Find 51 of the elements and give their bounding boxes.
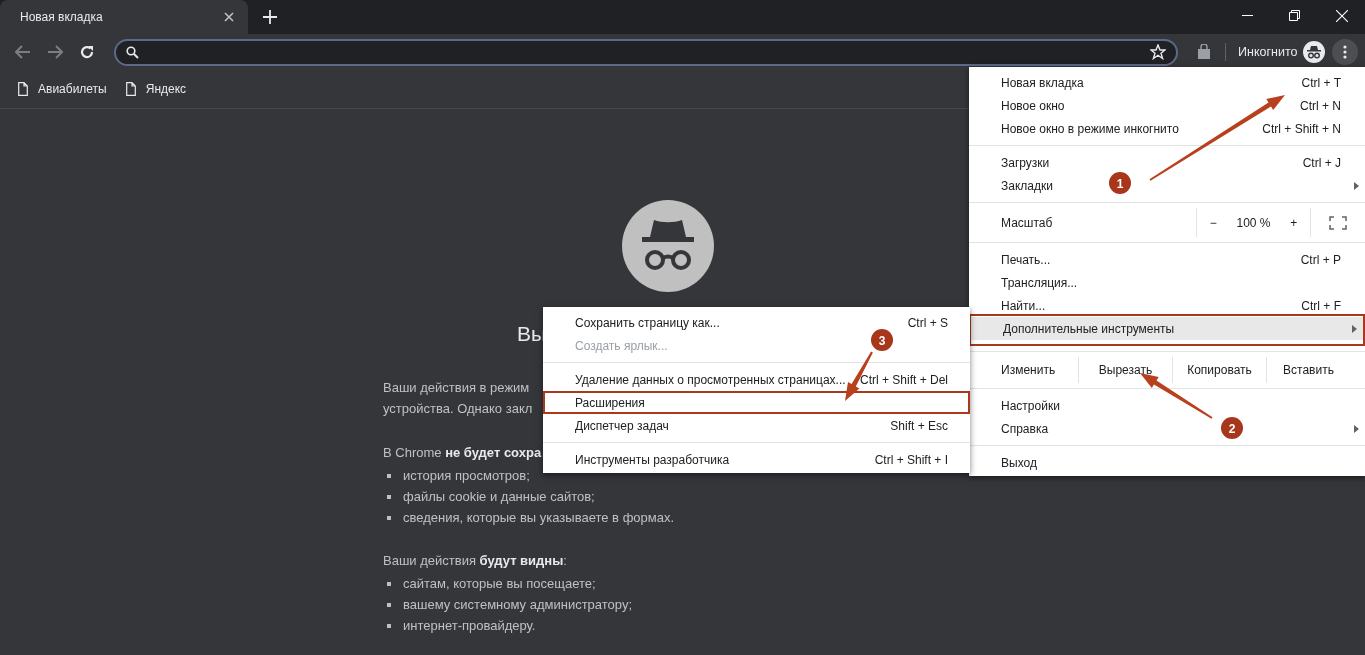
menu-item[interactable]: Сохранить страницу как... [575, 315, 720, 330]
list-item-text: интернет-провайдеру. [403, 618, 536, 633]
shortcut-text: Ctrl + J [1302, 155, 1341, 170]
menu-item[interactable]: Новое окно в режиме инкогнито [1001, 121, 1179, 136]
menu-item[interactable]: Новая вкладка [1001, 75, 1084, 90]
zoom-out-button[interactable]: − [1203, 215, 1223, 230]
list-item-text: сведения, которые вы указываете в формах. [403, 510, 675, 525]
incognito-label[interactable]: Инкогнито [1238, 45, 1298, 59]
paragraph-text: В Chrome не будет сохра [383, 444, 542, 462]
menu-item[interactable]: Инструменты разработчика [575, 452, 730, 467]
shortcut-text: Ctrl + Shift + N [1262, 121, 1341, 136]
menu-item[interactable]: Печать... [1001, 252, 1051, 267]
menu-item[interactable]: Закладки [1001, 178, 1053, 193]
zoom-value: 100 % [1236, 215, 1271, 230]
menu-label: Масштаб [1001, 215, 1054, 230]
shortcut-text: Ctrl + Shift + I [874, 452, 948, 467]
menu-item[interactable]: Дополнительные инструменты [1003, 321, 1175, 336]
shortcut-text: Ctrl + F [1301, 298, 1341, 313]
menu-item[interactable]: Настройки [1001, 398, 1060, 413]
shortcut-text: Ctrl + T [1301, 75, 1341, 90]
list-item-text: сайтам, которые вы посещаете; [403, 576, 596, 591]
edit-action-button[interactable]: Копировать [1172, 357, 1266, 383]
paragraph-text: устройства. Однако закл [383, 400, 533, 418]
menu-item[interactable]: Новое окно [1001, 98, 1065, 113]
shortcut-text: Ctrl + P [1300, 252, 1341, 267]
bookmark-item[interactable]: Авиабилеты [18, 82, 107, 96]
shortcut-text: Ctrl + Shift + Del [859, 372, 948, 387]
step-badge: 1 [1109, 172, 1131, 194]
paragraph-text: Ваши действия в режим [383, 379, 530, 397]
browser-tab[interactable]: Новая вкладка [0, 0, 248, 34]
edit-action-button[interactable]: Вставить [1266, 357, 1350, 383]
menu-item[interactable]: Найти... [1001, 298, 1046, 313]
menu-label: Изменить [1001, 363, 1057, 377]
list-item-text: файлы cookie и данные сайтов; [403, 489, 595, 504]
list-item-text: история просмотров; [403, 468, 530, 483]
menu-item[interactable]: Загрузки [1001, 155, 1050, 170]
paragraph-text: Ваши действия будут видны: [383, 552, 567, 570]
shortcut-text: Shift + Esc [890, 418, 948, 433]
menu-item[interactable]: Диспетчер задач [575, 418, 669, 433]
step-badge: 2 [1221, 417, 1243, 439]
bookmark-item[interactable]: Яндекс [125, 82, 187, 96]
menu-item[interactable]: Удаление данных о просмотренных страницах... [575, 372, 846, 387]
shortcut-text: Ctrl + S [907, 315, 948, 330]
list-item-text: вашему системному администратору; [403, 597, 632, 612]
step-badge: 3 [871, 329, 893, 351]
shortcut-text: Ctrl + N [1300, 98, 1341, 113]
menu-item[interactable]: Выход [1001, 455, 1037, 470]
menu-item[interactable]: Расширения [575, 395, 645, 410]
zoom-in-button[interactable]: + [1284, 215, 1304, 230]
menu-item[interactable]: Трансляция... [1001, 275, 1078, 290]
menu-item[interactable]: Справка [1001, 421, 1049, 436]
